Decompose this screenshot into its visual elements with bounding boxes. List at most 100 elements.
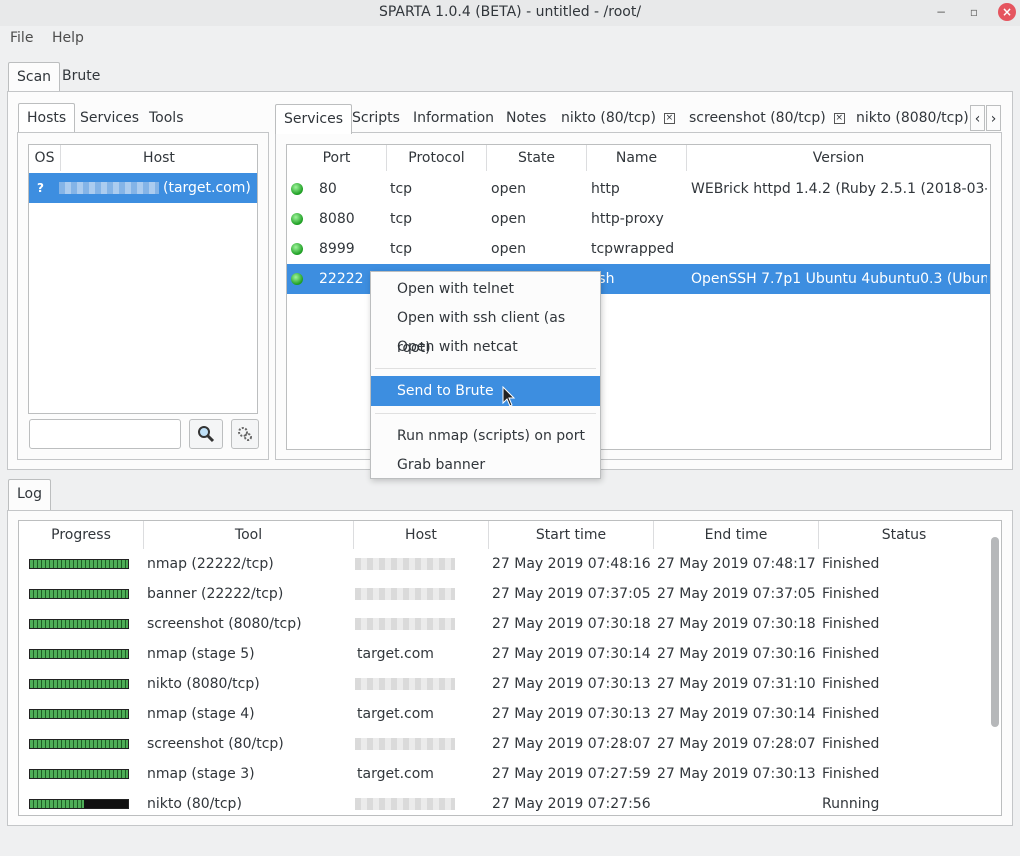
log-host: target.com	[357, 706, 434, 722]
col-version[interactable]: Version	[687, 145, 990, 171]
service-state: open	[491, 181, 526, 197]
hosts-table[interactable]: OS Host ? (target.com)	[28, 144, 258, 414]
hosts-col-os[interactable]: OS	[29, 145, 61, 171]
log-host	[355, 579, 455, 609]
log-row[interactable]: screenshot (8080/tcp) 27 May 2019 07:30:1…	[19, 609, 989, 639]
menu-run-nmap[interactable]: Run nmap (scripts) on port	[371, 421, 600, 451]
menu-divider	[375, 413, 596, 414]
tab-services[interactable]: Services	[72, 104, 147, 134]
log-row[interactable]: banner (22222/tcp) 27 May 2019 07:37:05 27…	[19, 579, 989, 609]
log-row[interactable]: nmap (22222/tcp) 27 May 2019 07:48:16 27 M…	[19, 549, 989, 579]
search-button[interactable]	[189, 419, 223, 449]
log-scrollbar[interactable]	[991, 537, 999, 727]
tab-screenshot-80[interactable]: screenshot (80/tcp) ×	[681, 104, 853, 134]
tab-information[interactable]: Information	[405, 104, 502, 134]
progress-fill	[30, 650, 128, 658]
menu-open-ssh[interactable]: Open with ssh client (as root)	[371, 303, 600, 356]
search-icon	[198, 426, 215, 443]
host-ip-redacted	[355, 558, 455, 570]
log-row[interactable]: nmap (stage 4) target.com 27 May 2019 07:3…	[19, 699, 989, 729]
close-icon[interactable]: ×	[998, 3, 1016, 21]
tab-scan[interactable]: Scan	[8, 62, 61, 92]
log-col-end-time[interactable]: End time	[654, 521, 819, 549]
minimize-icon[interactable]: −	[931, 2, 951, 22]
log-row[interactable]: nikto (8080/tcp) 27 May 2019 07:30:13 27 M…	[19, 669, 989, 699]
log-status: Finished	[822, 676, 880, 692]
progress-bar	[29, 649, 129, 659]
close-tab-icon[interactable]: ×	[833, 112, 845, 124]
log-table[interactable]: Progress Tool Host Start time End time S…	[18, 520, 1002, 816]
green-status-icon	[291, 243, 303, 255]
progress-fill	[30, 560, 128, 568]
host-ip-redacted	[59, 173, 159, 203]
green-status-icon	[291, 273, 303, 285]
col-state[interactable]: State	[487, 145, 587, 171]
col-port[interactable]: Port	[287, 145, 387, 171]
context-menu: Open with telnet Open with ssh client (a…	[370, 271, 601, 479]
close-tab-icon[interactable]: ×	[663, 112, 675, 124]
log-start-time: 27 May 2019 07:37:05	[492, 586, 651, 602]
log-row[interactable]: screenshot (80/tcp) 27 May 2019 07:28:07 2…	[19, 729, 989, 759]
log-status: Finished	[822, 586, 880, 602]
progress-fill	[30, 710, 128, 718]
progress-bar	[29, 679, 129, 689]
settings-button[interactable]	[231, 419, 259, 449]
tab-brute[interactable]: Brute	[54, 62, 108, 92]
host-ip-redacted	[355, 588, 455, 600]
log-tool: nmap (stage 3)	[147, 766, 255, 782]
service-state: open	[491, 211, 526, 227]
green-status-icon	[291, 183, 303, 195]
window-titlebar: SPARTA 1.0.4 (BETA) - untitled - /root/	[0, 0, 1020, 26]
progress-bar	[29, 619, 129, 629]
tab-tools[interactable]: Tools	[141, 104, 192, 134]
log-col-status[interactable]: Status	[819, 521, 989, 549]
log-end-time: 27 May 2019 07:30:14	[657, 706, 816, 722]
log-host	[355, 609, 455, 639]
log-col-host[interactable]: Host	[354, 521, 489, 549]
host-filter-input[interactable]	[29, 419, 181, 449]
hosts-col-host[interactable]: Host	[61, 145, 257, 171]
log-end-time: 27 May 2019 07:48:17	[657, 556, 816, 572]
tab-hosts[interactable]: Hosts	[18, 103, 76, 133]
menu-open-netcat[interactable]: Open with netcat	[371, 332, 600, 362]
menu-file[interactable]: File	[10, 30, 33, 46]
log-host	[355, 729, 455, 759]
tab-nikto-8080[interactable]: nikto (8080/tcp)	[848, 104, 977, 134]
tab-services-right[interactable]: Services	[275, 104, 353, 134]
tab-scroll-left-icon[interactable]: ‹	[970, 105, 985, 131]
log-row[interactable]: nmap (stage 5) target.com 27 May 2019 07:3…	[19, 639, 989, 669]
log-tool: nmap (stage 5)	[147, 646, 255, 662]
progress-fill	[30, 800, 84, 808]
log-row[interactable]: nikto (80/tcp) 27 May 2019 07:27:56 Runnin…	[19, 789, 989, 815]
host-ip-redacted	[355, 678, 455, 690]
service-protocol: tcp	[390, 181, 413, 197]
tab-scripts[interactable]: Scripts	[344, 104, 408, 134]
service-row[interactable]: 80 tcp open http WEBrick httpd 1.4.2 (Ru…	[287, 174, 990, 204]
tab-log[interactable]: Log	[8, 479, 52, 511]
log-row[interactable]: nmap (stage 3) target.com 27 May 2019 07:2…	[19, 759, 989, 789]
menu-send-to-brute[interactable]: Send to Brute	[371, 376, 600, 406]
menu-help[interactable]: Help	[52, 30, 84, 46]
tab-scroll-right-icon[interactable]: ›	[986, 105, 1001, 131]
tab-notes[interactable]: Notes	[498, 104, 554, 134]
log-end-time: 27 May 2019 07:31:10	[657, 676, 816, 692]
log-start-time: 27 May 2019 07:30:14	[492, 646, 651, 662]
service-row[interactable]: 8080 tcp open http-proxy	[287, 204, 990, 234]
log-host: target.com	[357, 646, 434, 662]
maximize-icon[interactable]: ▫	[964, 2, 984, 22]
tab-nikto-80[interactable]: nikto (80/tcp) ×	[553, 104, 683, 134]
col-name[interactable]: Name	[587, 145, 687, 171]
col-protocol[interactable]: Protocol	[387, 145, 487, 171]
log-host: target.com	[357, 766, 434, 782]
log-col-tool[interactable]: Tool	[144, 521, 354, 549]
log-status: Finished	[822, 646, 880, 662]
log-col-start-time[interactable]: Start time	[489, 521, 654, 549]
log-status: Running	[822, 796, 880, 812]
menu-open-telnet[interactable]: Open with telnet	[371, 274, 600, 304]
service-row[interactable]: 8999 tcp open tcpwrapped	[287, 234, 990, 264]
host-row[interactable]: ? (target.com)	[29, 173, 257, 203]
log-tool: screenshot (8080/tcp)	[147, 616, 302, 632]
service-name: tcpwrapped	[591, 241, 675, 257]
log-col-progress[interactable]: Progress	[19, 521, 144, 549]
menu-grab-banner[interactable]: Grab banner	[371, 450, 600, 480]
